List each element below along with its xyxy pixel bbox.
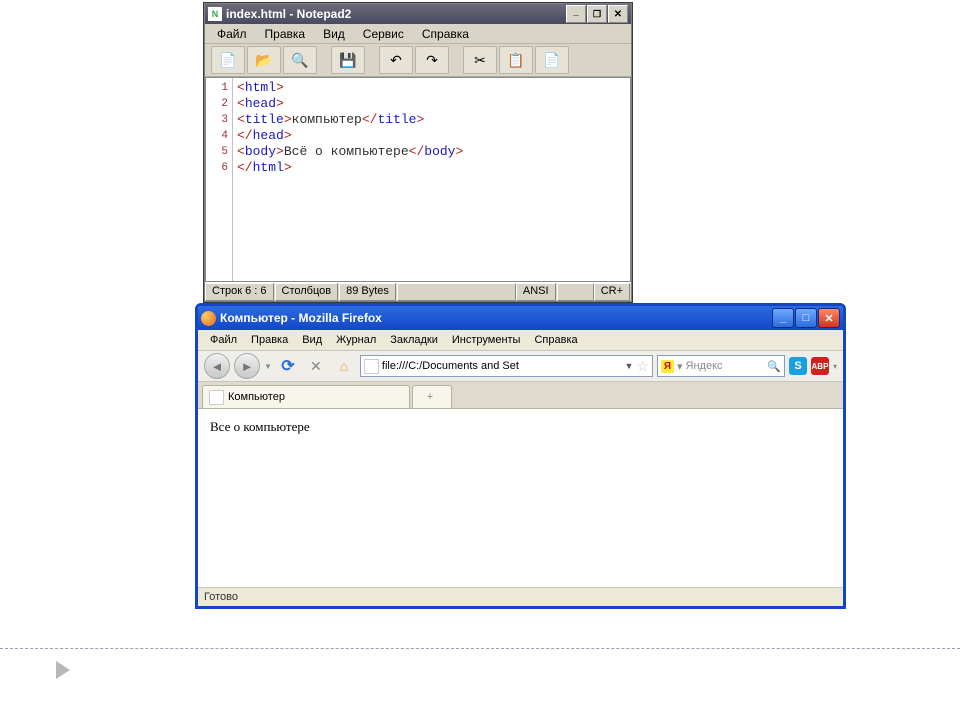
tab-label: Компьютер	[228, 391, 285, 403]
firefox-window: Компьютер - Mozilla Firefox _ □ ✕ Файл П…	[195, 303, 846, 609]
notepad2-window: N index.html - Notepad2 Файл Правка Вид …	[204, 3, 632, 302]
notepad2-menubar: Файл Правка Вид Сервис Справка	[205, 24, 631, 44]
menu-edit[interactable]: Правка	[245, 332, 294, 348]
reload-button[interactable]: ⟳	[276, 354, 300, 378]
cut-icon[interactable]: ✂	[463, 46, 497, 74]
menu-help[interactable]: Справка	[528, 332, 583, 348]
search-go-icon[interactable]: 🔍	[767, 360, 781, 373]
save-icon[interactable]: 💾	[331, 46, 365, 74]
minimize-button[interactable]: _	[772, 308, 794, 328]
yandex-icon: Я	[661, 360, 674, 373]
menu-file[interactable]: Файл	[209, 25, 255, 43]
menu-help[interactable]: Справка	[414, 25, 477, 43]
notepad2-titlebar[interactable]: N index.html - Notepad2	[205, 4, 631, 24]
menu-view[interactable]: Вид	[296, 332, 328, 348]
firefox-statusbar: Готово	[198, 587, 843, 606]
stop-button[interactable]: ✕	[304, 354, 328, 378]
tab-page-icon	[209, 390, 224, 405]
firefox-menubar: Файл Правка Вид Журнал Закладки Инструме…	[198, 330, 843, 351]
firefox-title: Компьютер - Mozilla Firefox	[220, 311, 382, 325]
line-gutter: 123456	[206, 78, 233, 281]
url-bar[interactable]: file:///C:/Documents and Set ▼ ☆	[360, 355, 653, 377]
status-encoding: ANSI	[516, 283, 556, 301]
notepad2-title: index.html - Notepad2	[226, 7, 351, 21]
history-dropdown-icon[interactable]: ▼	[264, 362, 272, 371]
slide-arrow-icon	[56, 661, 70, 679]
home-button[interactable]: ⌂	[332, 354, 356, 378]
close-button[interactable]	[608, 5, 628, 23]
tab-strip: Компьютер +	[198, 382, 843, 409]
adblock-icon[interactable]: ABP	[811, 357, 829, 375]
notepad2-toolbar: 📄 📂 🔍 💾 ↶ ↷ ✂ 📋 📄	[205, 44, 631, 77]
paste-icon[interactable]: 📄	[535, 46, 569, 74]
page-body-text: Все о компьютере	[210, 419, 310, 434]
status-text: Готово	[204, 591, 238, 603]
close-button[interactable]: ✕	[818, 308, 840, 328]
maximize-button[interactable]: □	[795, 308, 817, 328]
status-size: 89 Bytes	[339, 283, 396, 301]
notepad2-app-icon: N	[208, 7, 222, 21]
open-file-icon[interactable]: 📂	[247, 46, 281, 74]
menu-view[interactable]: Вид	[315, 25, 353, 43]
search-box[interactable]: Я ▾ Яндекс 🔍	[657, 355, 785, 377]
firefox-navbar: ◄ ► ▼ ⟳ ✕ ⌂ file:///C:/Documents and Set…	[198, 351, 843, 382]
copy-icon[interactable]: 📋	[499, 46, 533, 74]
code-area[interactable]: <html><head><title>компьютер</title></he…	[233, 78, 630, 281]
slide-divider	[0, 648, 960, 649]
page-icon	[364, 359, 379, 374]
search-engine-dropdown-icon[interactable]: ▾	[677, 360, 683, 373]
new-file-icon[interactable]: 📄	[211, 46, 245, 74]
notepad2-statusbar: Строк 6 : 6 Столбцов 89 Bytes ANSI CR+	[205, 282, 631, 301]
back-button[interactable]: ◄	[204, 353, 230, 379]
status-eol: CR+	[594, 283, 630, 301]
search-placeholder: Яндекс	[686, 360, 765, 372]
status-cols: Столбцов	[275, 283, 339, 301]
menu-file[interactable]: Файл	[204, 332, 243, 348]
menu-tools[interactable]: Инструменты	[446, 332, 527, 348]
menu-edit[interactable]: Правка	[257, 25, 314, 43]
browse-icon[interactable]: 🔍	[283, 46, 317, 74]
url-text: file:///C:/Documents and Set	[382, 360, 622, 372]
url-dropdown-icon[interactable]: ▼	[625, 361, 634, 371]
redo-icon[interactable]: ↷	[415, 46, 449, 74]
code-editor[interactable]: 123456 <html><head><title>компьютер</tit…	[205, 77, 631, 282]
new-tab-button[interactable]: +	[412, 385, 452, 408]
toolbar-overflow-icon[interactable]: ▾	[833, 362, 837, 371]
page-content: Все о компьютере	[198, 409, 843, 587]
skype-icon[interactable]: S	[789, 357, 807, 375]
menu-tools[interactable]: Сервис	[355, 25, 412, 43]
undo-icon[interactable]: ↶	[379, 46, 413, 74]
menu-history[interactable]: Журнал	[330, 332, 382, 348]
restore-button[interactable]	[587, 5, 607, 23]
firefox-titlebar[interactable]: Компьютер - Mozilla Firefox _ □ ✕	[198, 306, 843, 330]
forward-button[interactable]: ►	[234, 353, 260, 379]
tab-active[interactable]: Компьютер	[202, 385, 410, 408]
bookmark-star-icon[interactable]: ☆	[636, 358, 649, 375]
minimize-button[interactable]	[566, 5, 586, 23]
status-lines: Строк 6 : 6	[205, 283, 274, 301]
firefox-app-icon	[201, 311, 216, 326]
menu-bookmarks[interactable]: Закладки	[384, 332, 444, 348]
